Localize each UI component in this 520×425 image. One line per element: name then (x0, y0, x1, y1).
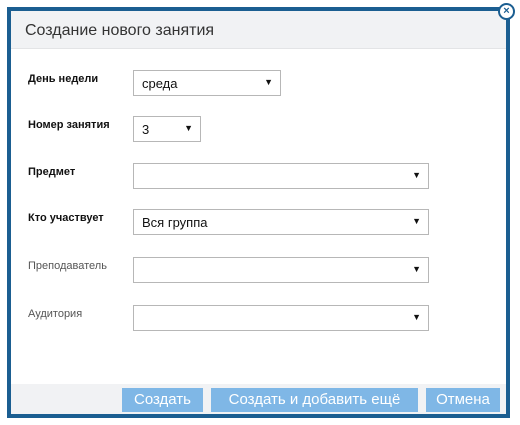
teacher-label: Преподаватель (28, 260, 107, 272)
teacher-select[interactable]: ▼ (133, 257, 429, 283)
close-icon: × (503, 5, 510, 17)
lesson-number-label: Номер занятия (28, 119, 110, 131)
chevron-down-icon: ▼ (412, 264, 421, 274)
participants-select[interactable]: Вся группа ▼ (133, 209, 429, 235)
room-select[interactable]: ▼ (133, 305, 429, 331)
dialog-titlebar: Создание нового занятия (11, 11, 506, 49)
chevron-down-icon: ▼ (184, 123, 193, 133)
cancel-button[interactable]: Отмена (426, 388, 500, 412)
chevron-down-icon: ▼ (412, 170, 421, 180)
chevron-down-icon: ▼ (264, 77, 273, 87)
day-select[interactable]: среда ▼ (133, 70, 281, 96)
subject-label: Предмет (28, 166, 76, 178)
dialog-body: Создание нового занятия День недели сред… (11, 11, 506, 414)
create-and-add-button[interactable]: Создать и добавить ещё (211, 388, 418, 412)
lesson-number-select[interactable]: 3 ▼ (133, 116, 201, 142)
chevron-down-icon: ▼ (412, 216, 421, 226)
day-select-value: среда (142, 76, 178, 91)
participants-select-value: Вся группа (142, 215, 208, 230)
chevron-down-icon: ▼ (412, 312, 421, 322)
dialog-title: Создание нового занятия (25, 22, 215, 39)
room-label: Аудитория (28, 308, 83, 320)
close-button[interactable]: × (498, 3, 515, 20)
subject-select[interactable]: ▼ (133, 163, 429, 189)
day-label: День недели (28, 73, 99, 85)
participants-label: Кто участвует (28, 212, 104, 224)
create-lesson-dialog: Создание нового занятия День недели сред… (7, 7, 510, 418)
lesson-number-select-value: 3 (142, 122, 150, 137)
create-button[interactable]: Создать (122, 388, 203, 412)
